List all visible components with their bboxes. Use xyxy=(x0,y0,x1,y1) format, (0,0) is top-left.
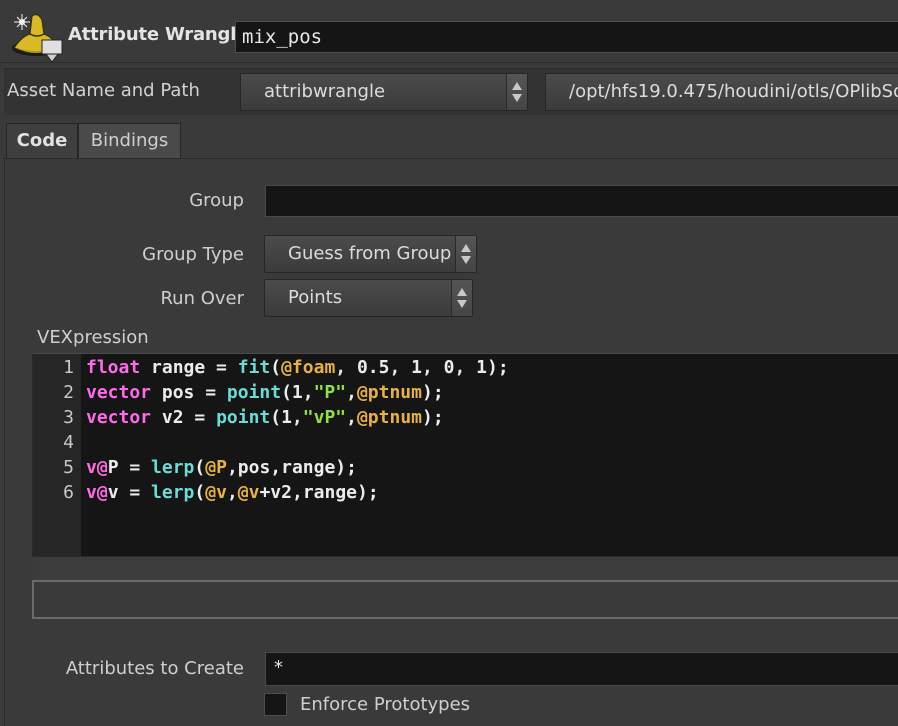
tab-code[interactable]: Code xyxy=(6,123,78,158)
code-line[interactable]: v@v = lerp(@v,@v+v2,range); xyxy=(86,480,379,505)
tab-bindings[interactable]: Bindings xyxy=(78,123,181,158)
line-number: 5 xyxy=(63,457,74,478)
wizard-hat-icon[interactable] xyxy=(8,8,68,66)
line-number: 2 xyxy=(63,382,74,403)
header-divider xyxy=(0,62,898,63)
asset-name-combo[interactable]: attribwrangle xyxy=(240,73,528,111)
editor-horizontal-scrollbar[interactable] xyxy=(33,556,898,581)
run-over-label: Run Over xyxy=(160,288,244,309)
vexpression-label: VEXpression xyxy=(37,327,149,348)
editor-status-box xyxy=(32,580,898,619)
run-over-value: Points xyxy=(288,287,343,308)
attributes-to-create-field[interactable]: * xyxy=(265,652,898,686)
enforce-prototypes-label: Enforce Prototypes xyxy=(300,694,471,715)
updown-arrows-icon[interactable] xyxy=(451,280,472,316)
line-number: 6 xyxy=(63,482,74,503)
asset-path-field[interactable]: /opt/hfs19.0.475/houdini/otls/OPlibSop xyxy=(545,73,898,111)
group-field[interactable] xyxy=(265,185,898,217)
line-number: 1 xyxy=(63,357,74,378)
run-over-combo[interactable]: Points xyxy=(264,279,473,317)
code-line[interactable]: vector pos = point(1,"P",@ptnum); xyxy=(86,380,444,405)
updown-arrows-icon[interactable] xyxy=(455,236,476,272)
line-number: 3 xyxy=(63,407,74,428)
code-line[interactable]: vector v2 = point(1,"vP",@ptnum); xyxy=(86,405,444,430)
group-type-label: Group Type xyxy=(142,244,244,265)
asset-name-path-label: Asset Name and Path xyxy=(7,80,200,101)
group-label: Group xyxy=(189,190,244,211)
line-number: 4 xyxy=(63,432,74,453)
node-type-label: Attribute Wrangle xyxy=(68,24,249,45)
asset-name-value: attribwrangle xyxy=(264,81,386,102)
node-name-field[interactable]: mix_pos xyxy=(235,21,898,53)
code-line[interactable]: float range = fit(@foam, 0.5, 1, 0, 1); xyxy=(86,355,509,380)
attributes-to-create-label: Attributes to Create xyxy=(65,658,244,679)
group-type-value: Guess from Group xyxy=(288,243,452,264)
code-line[interactable]: v@P = lerp(@P,pos,range); xyxy=(86,455,357,480)
enforce-prototypes-checkbox[interactable] xyxy=(264,693,287,716)
updown-arrows-icon[interactable] xyxy=(506,74,527,110)
group-type-combo[interactable]: Guess from Group xyxy=(264,235,477,273)
